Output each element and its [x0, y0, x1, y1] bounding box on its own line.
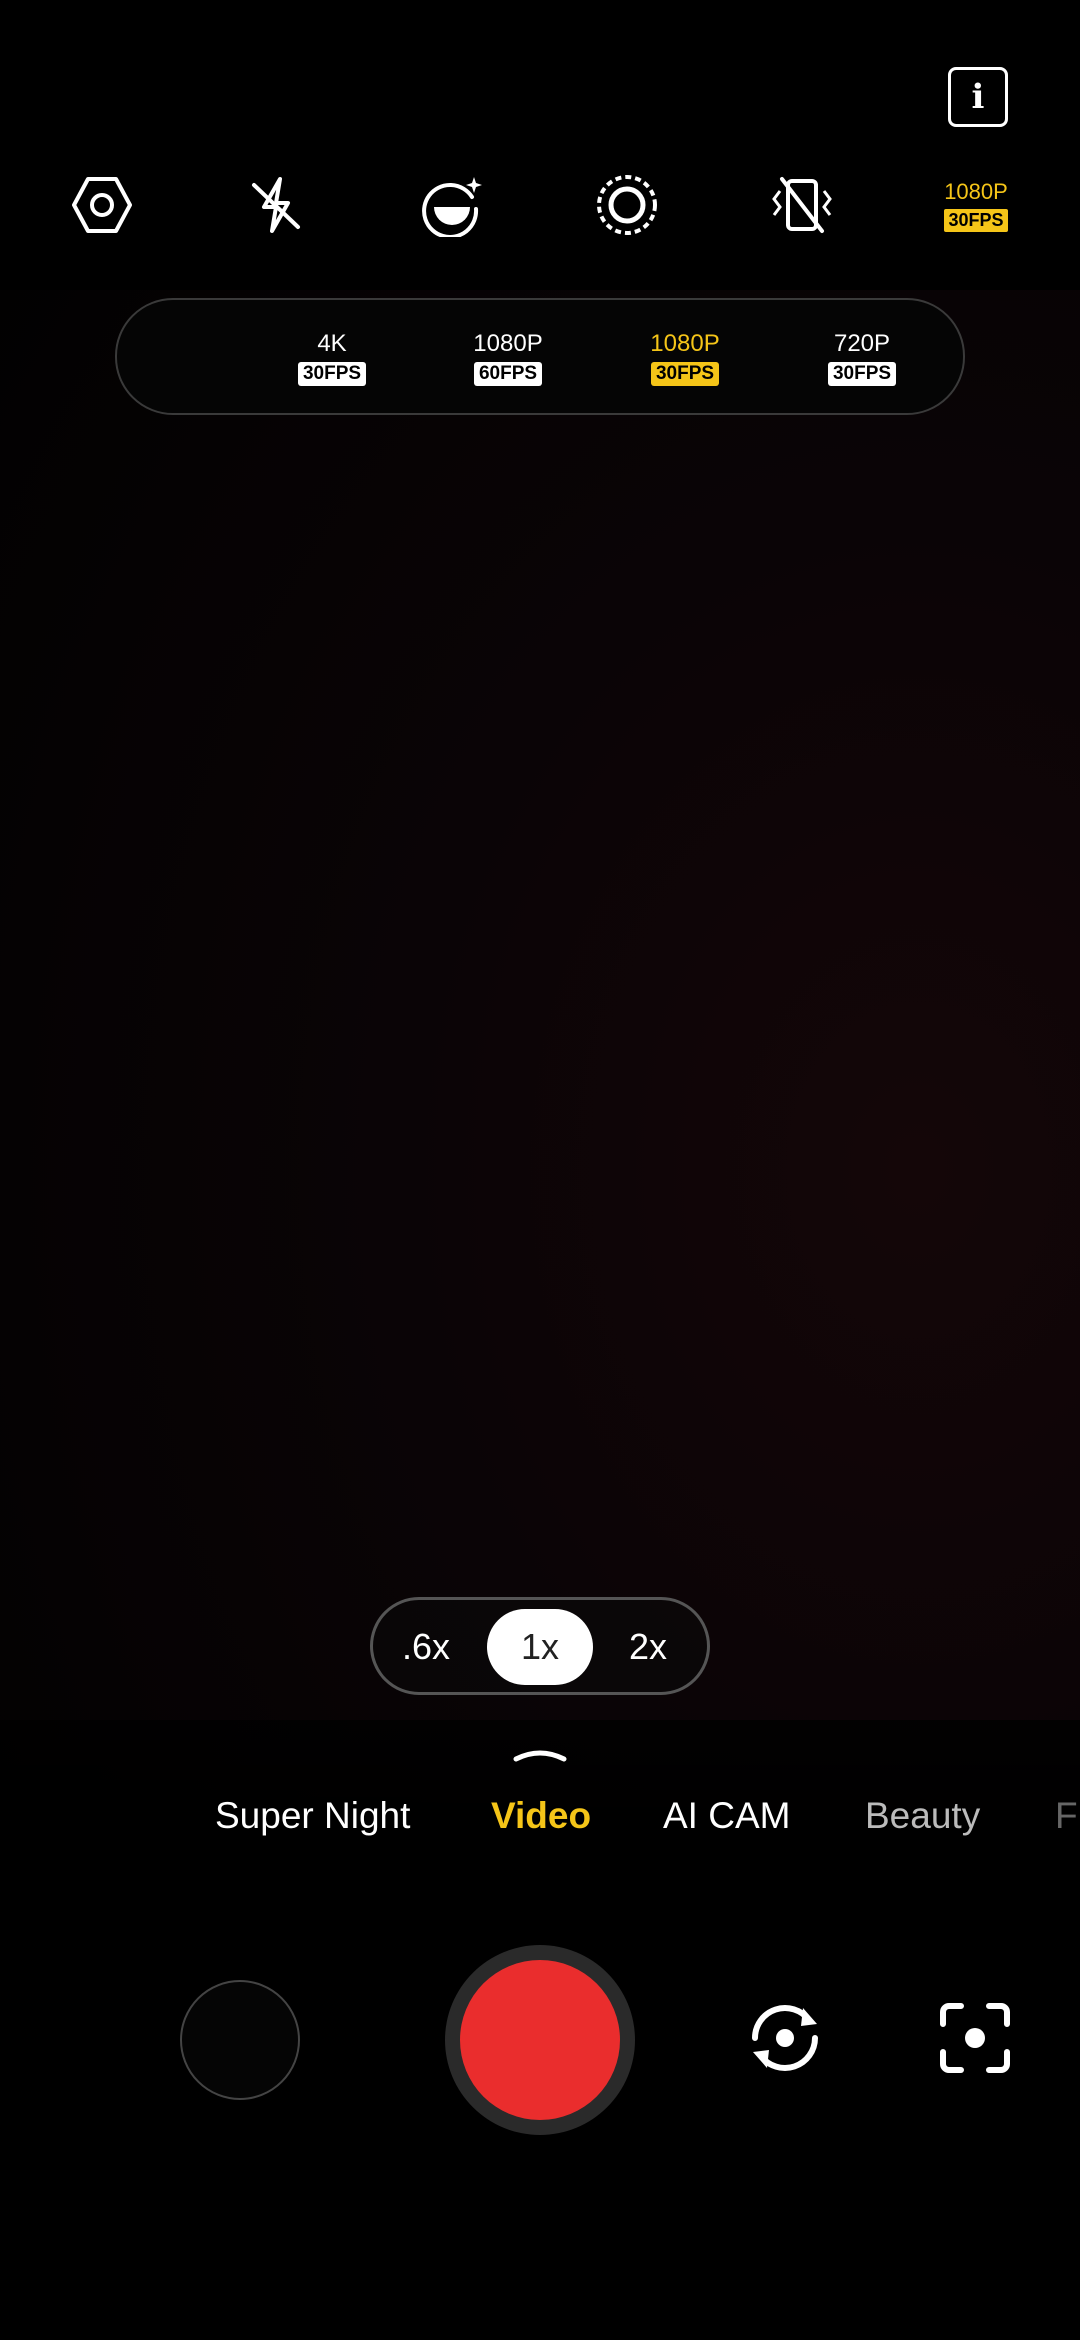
top-bar-background — [0, 0, 1080, 290]
resolution-toggle[interactable]: 1080P 30FPS — [926, 165, 1026, 245]
mode-video[interactable]: Video — [491, 1795, 591, 1837]
zoom-option-2x[interactable]: 2x — [595, 1609, 701, 1685]
resolution-label: 720P — [833, 330, 891, 357]
settings-icon[interactable] — [52, 165, 152, 245]
resolution-option-1080p-60[interactable]: 1080P 60FPS — [453, 330, 563, 386]
zoom-option-0-6x[interactable]: .6x — [373, 1609, 479, 1685]
more-modes-handle[interactable] — [513, 1745, 567, 1763]
mode-ai-cam[interactable]: AI CAM — [663, 1795, 790, 1837]
mode-super-night[interactable]: Super Night — [215, 1795, 410, 1837]
mode-next[interactable]: F — [1055, 1795, 1078, 1837]
record-button[interactable] — [445, 1945, 635, 2135]
fps-label: 30FPS — [297, 362, 367, 386]
resolution-option-1080p-30[interactable]: 1080P 30FPS — [630, 330, 740, 386]
current-resolution-label: 1080P — [944, 178, 1008, 204]
resolution-label: 4K — [317, 330, 347, 357]
fps-label: 30FPS — [827, 362, 897, 386]
current-fps-label: 30FPS — [944, 208, 1008, 232]
stabilization-off-icon[interactable] — [752, 165, 852, 245]
info-icon[interactable]: i — [948, 67, 1008, 127]
mode-beauty[interactable]: Beauty — [865, 1795, 980, 1837]
resolution-option-720p-30[interactable]: 720P 30FPS — [807, 330, 917, 386]
record-button-inner — [460, 1960, 620, 2120]
resolution-panel: 4K 30FPS 1080P 60FPS 1080P 30FPS 720P 30… — [115, 298, 965, 415]
resolution-option-4k-30[interactable]: 4K 30FPS — [277, 330, 387, 386]
lens-scan-icon[interactable] — [935, 1998, 1015, 2078]
fps-label: 30FPS — [650, 362, 720, 386]
zoom-option-1x[interactable]: 1x — [487, 1609, 593, 1685]
beauty-face-icon[interactable] — [402, 165, 502, 245]
switch-camera-icon[interactable] — [745, 1998, 825, 2078]
resolution-label: 1080P — [650, 330, 720, 357]
zoom-selector: .6x 1x 2x — [370, 1597, 710, 1695]
resolution-label: 1080P — [473, 330, 543, 357]
flash-off-icon[interactable] — [226, 165, 326, 245]
focus-mode-icon[interactable] — [577, 165, 677, 245]
gallery-thumbnail[interactable] — [180, 1980, 300, 2100]
fps-label: 60FPS — [473, 362, 543, 386]
